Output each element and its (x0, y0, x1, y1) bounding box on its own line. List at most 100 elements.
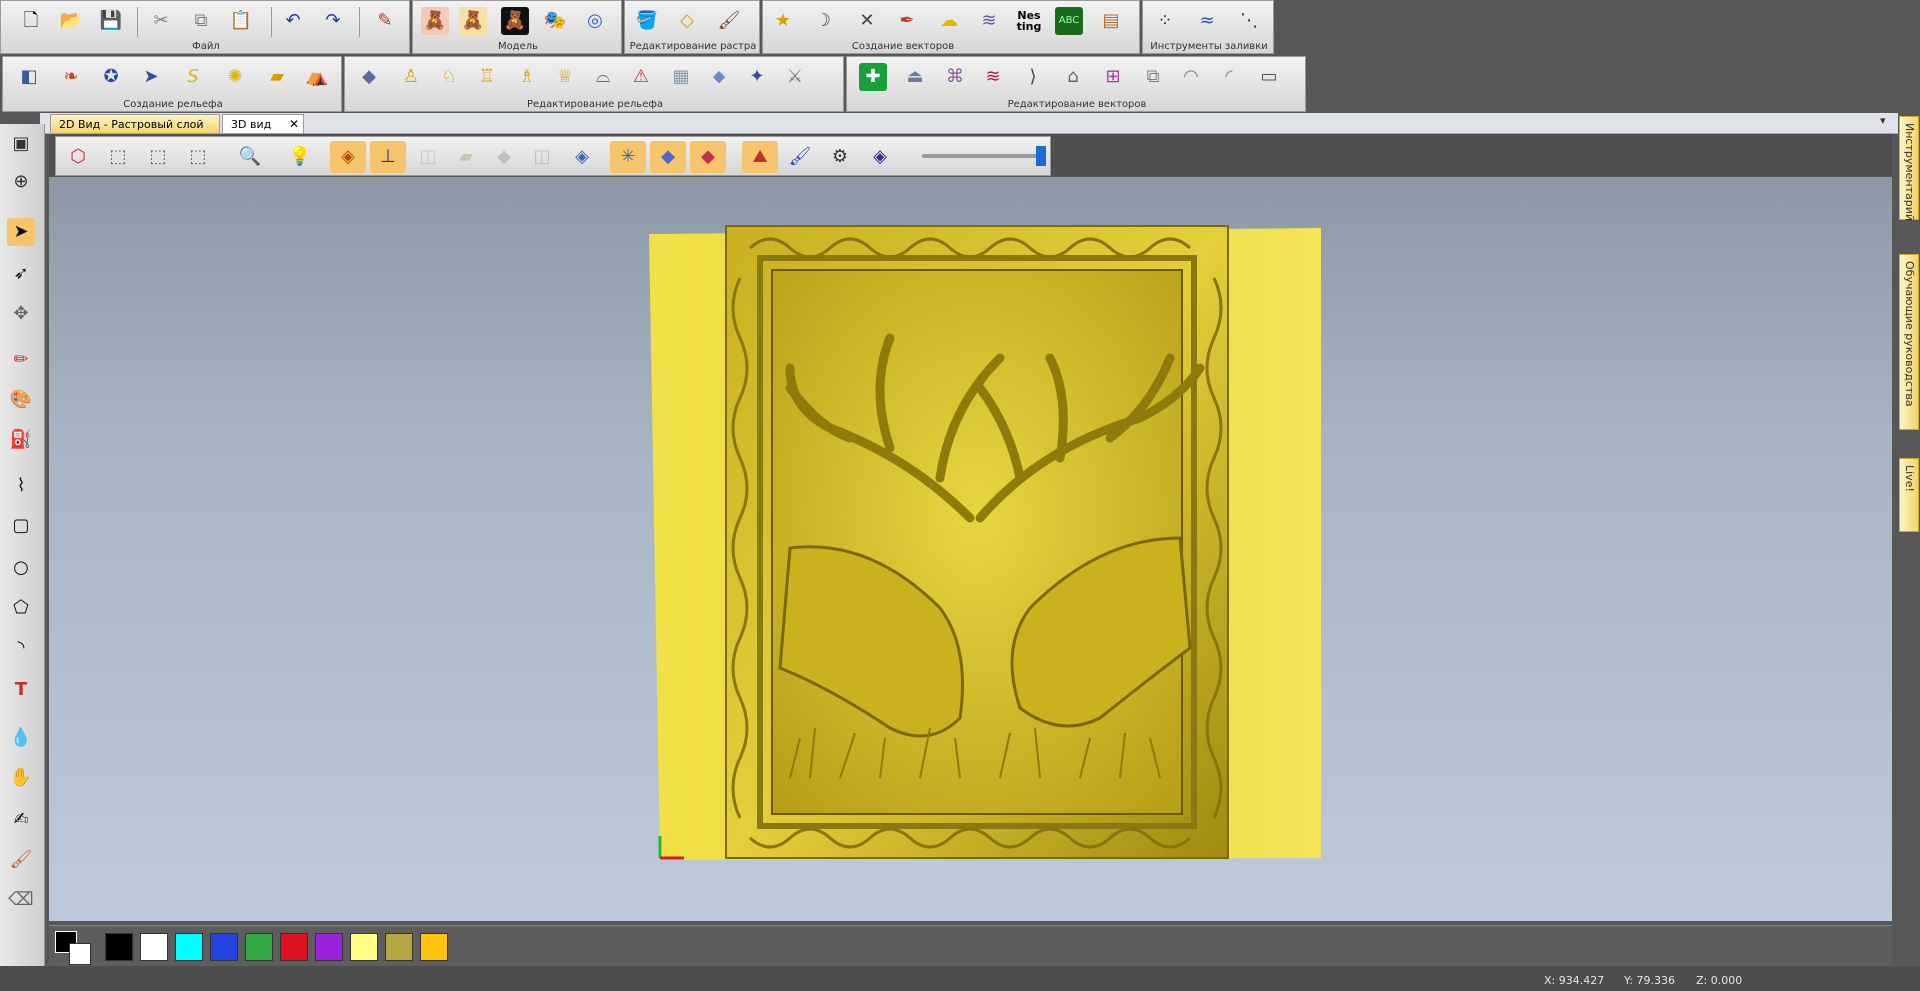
palette-swatch[interactable] (210, 933, 238, 961)
relief-leaf-icon[interactable]: ❧ (57, 63, 85, 91)
right-tab-tutorials[interactable]: Обучающие руководства (1899, 254, 1919, 430)
pointer-icon[interactable]: ➤ (7, 218, 35, 246)
render-shape5-icon[interactable]: ◈ (568, 143, 596, 171)
relief-edit-figure3-icon[interactable]: ♖ (473, 63, 501, 91)
vector-cross-icon[interactable]: ✕ (853, 7, 881, 35)
notes-icon[interactable]: ✎ (371, 7, 399, 35)
model-bear-icon[interactable]: 🧸 (421, 7, 449, 35)
vector-star-icon[interactable]: ★ (769, 7, 797, 35)
transform-icon[interactable]: ✥ (7, 300, 35, 328)
raster-brush-icon[interactable]: 🖌 (715, 7, 743, 35)
palette-swatch[interactable] (280, 933, 308, 961)
globe-icon[interactable]: ⊕ (7, 168, 35, 196)
open-file-icon[interactable]: 📂 (57, 7, 85, 35)
vector-edit-bell-icon[interactable]: ⏏ (901, 63, 929, 91)
vector-pen-icon[interactable]: ✒ (893, 7, 921, 35)
render-brush-icon[interactable]: 🖌 (786, 143, 814, 171)
relief-edit-figure4-icon[interactable]: ♗ (513, 63, 541, 91)
render-shape1-icon[interactable]: ◫ (414, 143, 442, 171)
vector-edit-arc-icon[interactable]: ◠ (1177, 63, 1205, 91)
render-shape4-icon[interactable]: ◫ (528, 143, 556, 171)
palette-swatch[interactable] (140, 933, 168, 961)
relief-arrow-icon[interactable]: ➤ (137, 63, 165, 91)
vector-edit-end-icon[interactable]: ▭ (1255, 63, 1283, 91)
erase-fill-icon[interactable]: ⛽ (7, 426, 35, 454)
raster-bucket-icon[interactable]: 🪣 (633, 7, 661, 35)
vector-edit-square-icon[interactable]: ⊞ (1099, 63, 1127, 91)
palette-swatch[interactable] (245, 933, 273, 961)
relief-s-icon[interactable]: S (179, 63, 207, 91)
palette-swatch[interactable] (175, 933, 203, 961)
relief-plane-icon[interactable]: ▰ (263, 63, 291, 91)
tab-2d-view[interactable]: 2D Вид - Растровый слой (50, 114, 220, 133)
vector-edit-wave-icon[interactable]: ≋ (979, 63, 1007, 91)
relief-edit-figure5-icon[interactable]: ♕ (551, 63, 579, 91)
relief-pattern-icon[interactable]: ✺ (221, 63, 249, 91)
tab-3d-view[interactable]: 3D вид ✕ (222, 114, 304, 133)
view-cube1-icon[interactable]: ⬚ (104, 143, 132, 171)
fill-dots-icon[interactable]: ⁘ (1151, 7, 1179, 35)
view-iso-icon[interactable]: ⬡ (64, 143, 92, 171)
undo-icon[interactable]: ↶ (279, 7, 307, 35)
view-cube2-icon[interactable]: ⬚ (144, 143, 172, 171)
cut-icon[interactable]: ✂ (147, 7, 175, 35)
vector-edit-shape-icon[interactable]: ⌂ (1059, 63, 1087, 91)
vector-cloud-icon[interactable]: ☁ (935, 7, 963, 35)
palette-swatch[interactable] (420, 933, 448, 961)
render-highlight2-icon[interactable]: ◆ (650, 141, 686, 173)
fill-node-icon[interactable]: ⋱ (1235, 7, 1263, 35)
render-slider-handle[interactable] (1036, 146, 1046, 166)
relief-bucket-icon[interactable]: ⛺ (303, 63, 331, 91)
relief-edit-sparkle-icon[interactable]: ✦ (743, 63, 771, 91)
relief-edit-plane-icon[interactable]: ◆ (355, 63, 383, 91)
model-bear-bw-icon[interactable]: 🧸 (501, 7, 529, 35)
vector-arc-icon[interactable]: ☽ (809, 7, 837, 35)
right-tab-toolbox[interactable]: Инструментарий (1899, 116, 1919, 221)
relief-edit-knife-icon[interactable]: ⚔ (781, 63, 809, 91)
save-icon[interactable]: 💾 (97, 7, 125, 35)
drop-icon[interactable]: 💧 (7, 724, 35, 752)
redo-icon[interactable]: ↷ (319, 7, 347, 35)
brush-icon[interactable]: 🖌 (7, 846, 35, 874)
zoom-icon[interactable]: 🔍 (236, 143, 264, 171)
render-color-icon[interactable]: ◈ (866, 143, 894, 171)
draw-icon[interactable]: ✍ (7, 806, 35, 834)
model-grid-icon[interactable]: ◎ (581, 7, 609, 35)
rectangle-icon[interactable]: ▢ (7, 512, 35, 540)
palette-swatch[interactable] (385, 933, 413, 961)
vector-edit-add-icon[interactable]: ✚ (859, 63, 887, 91)
secondary-color-swatch[interactable] (69, 943, 91, 965)
relief-edit-warning-icon[interactable]: ⚠ (627, 63, 655, 91)
vector-layers-icon[interactable]: ≋ (975, 7, 1003, 35)
circle-icon[interactable]: ○ (7, 554, 35, 582)
raster-select-icon[interactable]: ◇ (673, 7, 701, 35)
nesting-icon[interactable]: Nes ting (1013, 3, 1045, 39)
smudge-icon[interactable]: ✋ (7, 764, 35, 792)
relief-shapes-icon[interactable]: ◧ (15, 63, 43, 91)
render-slider-track[interactable] (922, 154, 1042, 158)
paint-icon[interactable]: 🎨 (7, 386, 35, 414)
render-highlight3-icon[interactable]: ◆ (690, 141, 726, 173)
light-icon[interactable]: 💡 (286, 143, 314, 171)
new-file-icon[interactable]: 🗋 (17, 7, 45, 35)
relief-edit-frame-icon[interactable]: ▦ (667, 63, 695, 91)
relief-model[interactable] (640, 218, 1340, 878)
copy-icon[interactable]: ⧉ (187, 7, 215, 35)
relief-edit-figure1-icon[interactable]: ♙ (397, 63, 425, 91)
select-area-icon[interactable]: ▣ (7, 130, 35, 158)
vector-edit-node-icon[interactable]: ⌘ (941, 63, 969, 91)
relief-edit-arch-icon[interactable]: ⌓ (589, 63, 617, 91)
model-settings-icon[interactable]: 🎭 (541, 7, 569, 35)
render-plane-icon[interactable]: ◈ (330, 141, 366, 173)
polygon-icon[interactable]: ⬠ (7, 594, 35, 622)
vector-edit-copy-icon[interactable]: ⧉ (1139, 63, 1167, 91)
axes-icon[interactable]: ⊥ (370, 141, 406, 173)
eraser-icon[interactable]: ⌫ (7, 886, 35, 914)
model-bear-alt-icon[interactable]: 🧸 (459, 7, 487, 35)
render-highlight1-icon[interactable]: ✳ (610, 141, 646, 173)
vector-stack-icon[interactable]: ▤ (1097, 7, 1125, 35)
polyline-icon[interactable]: ⌇ (7, 472, 35, 500)
render-gear-icon[interactable]: ⚙ (826, 143, 854, 171)
fill-wave-icon[interactable]: ≈ (1193, 7, 1221, 35)
palette-swatch[interactable] (350, 933, 378, 961)
